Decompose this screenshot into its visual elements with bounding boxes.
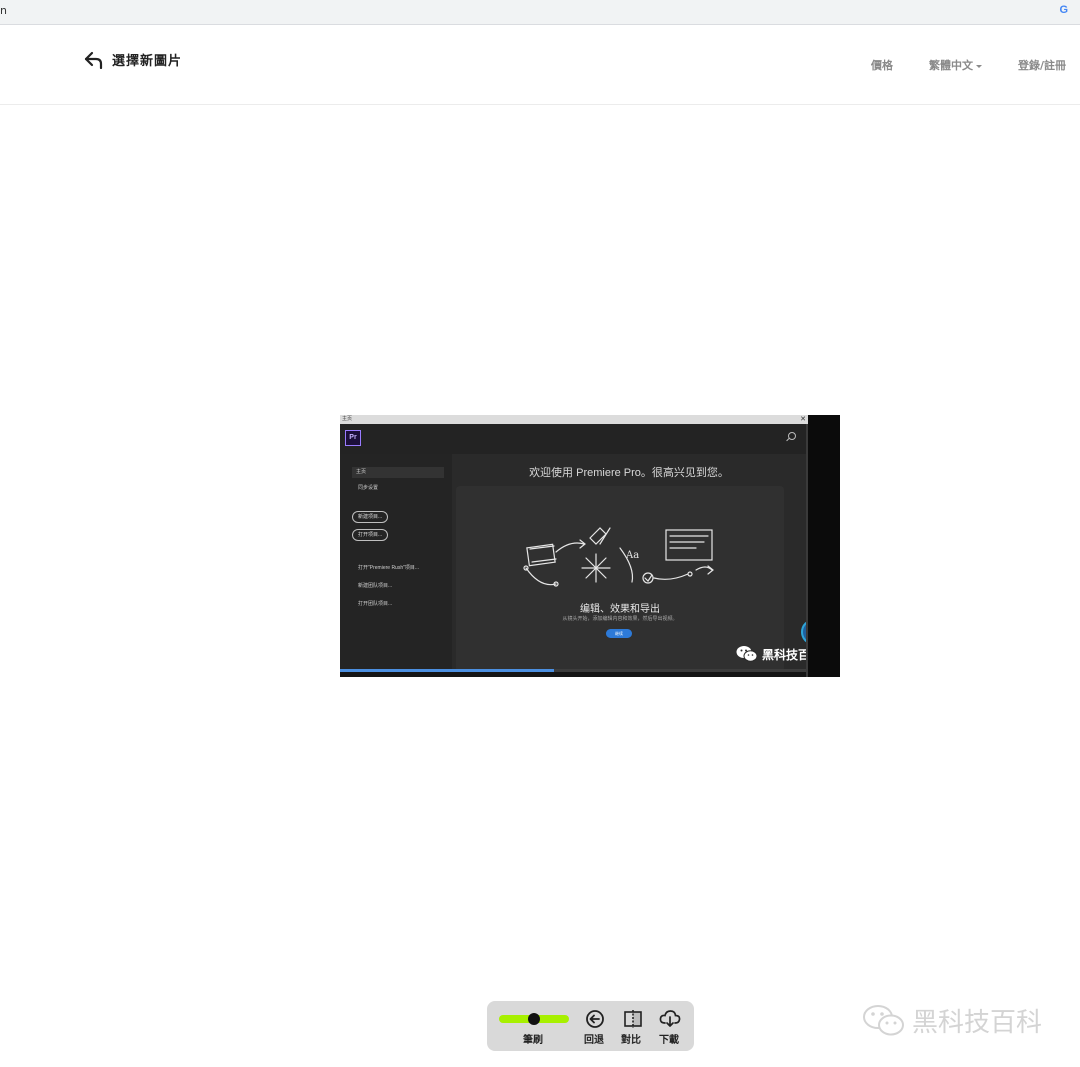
- embedded-sidebar: 主页 同步设置 新建项目... 打开项目... 打开"Premiere Rush…: [340, 454, 452, 677]
- compare-icon[interactable]: [622, 1009, 644, 1029]
- download-label: 下載: [659, 1035, 679, 1046]
- undo-label: 回退: [584, 1035, 604, 1046]
- embedded-card-button: 继续: [606, 629, 632, 638]
- top-nav: 價格 繁體中文 登錄/註冊: [871, 57, 1066, 73]
- brush-size-knob[interactable]: [528, 1013, 540, 1025]
- watermark-text: 黑科技百科: [912, 1008, 1043, 1038]
- embedded-feature-card: Aa 编辑、效果和导出 从镜头开始，添加编辑内容和效果，然后导出视频。 继续: [456, 486, 784, 672]
- embedded-bottom-strip: [340, 672, 840, 677]
- back-label: 選擇新圖片: [112, 54, 183, 69]
- embedded-open-project-button: 打开项目...: [352, 529, 389, 541]
- site-header: 選擇新圖片 價格 繁體中文 登錄/註冊: [0, 28, 1080, 105]
- download-cloud-icon[interactable]: [659, 1009, 681, 1029]
- edit-effects-illustration: Aa: [523, 527, 714, 587]
- compare-label: 對比: [621, 1035, 641, 1046]
- premiere-logo: Pr: [345, 430, 361, 446]
- embedded-card-title: 编辑、效果和导出: [580, 604, 660, 615]
- undo-icon[interactable]: [584, 1009, 606, 1029]
- embedded-card-subtitle: 从镜头开始，添加编辑内容和效果，然后导出视频。: [562, 616, 678, 622]
- choose-new-image-button[interactable]: 選擇新圖片: [84, 50, 182, 69]
- page-watermark: 黑科技百科: [862, 1002, 1042, 1039]
- uploaded-image-preview: 主页 ✕ Pr 主页 同步设置 新建项目... 打开项目... 打开"Premi…: [340, 415, 840, 677]
- brush-label: 筆刷: [523, 1035, 543, 1046]
- embedded-right-strip: [808, 415, 840, 677]
- wechat-watermark-icon: [863, 1004, 904, 1035]
- wechat-icon: [736, 646, 758, 662]
- embedded-new-team-link: 新建团队项目...: [358, 583, 393, 589]
- brush-size-slider[interactable]: [499, 1013, 569, 1025]
- browser-toolbar: n G: [0, 0, 1080, 25]
- browser-url-fragment: n: [0, 4, 7, 17]
- embedded-close-icon: ✕: [800, 415, 806, 423]
- embedded-titlebar: 主页 ✕: [340, 415, 840, 424]
- caret-down-icon: [975, 64, 982, 68]
- embedded-window-title: 主页: [342, 416, 353, 422]
- embedded-welcome-text: 欢迎使用 Premiere Pro。很高兴见到您。: [529, 467, 729, 479]
- google-icon[interactable]: G: [1059, 4, 1068, 16]
- nav-pricing[interactable]: 價格: [871, 57, 893, 73]
- language-label: 繁體中文: [928, 59, 973, 72]
- embedded-open-team-link: 打开团队项目...: [358, 601, 393, 607]
- editor-toolbar: 筆刷 回退 對比 下載: [487, 1001, 694, 1051]
- nav-language[interactable]: 繁體中文: [929, 57, 982, 73]
- embedded-app-topbar: Pr: [340, 424, 806, 454]
- embedded-sidebar-sync: 同步设置: [358, 485, 379, 491]
- embedded-new-project-button: 新建项目...: [352, 511, 389, 523]
- embedded-sidebar-home: 主页: [352, 467, 444, 478]
- embedded-search-icon: [788, 432, 796, 440]
- back-arrow-icon: [84, 51, 103, 69]
- embedded-rush-link: 打开"Premiere Rush"项目...: [358, 565, 420, 571]
- nav-login[interactable]: 登錄/註冊: [1018, 57, 1066, 73]
